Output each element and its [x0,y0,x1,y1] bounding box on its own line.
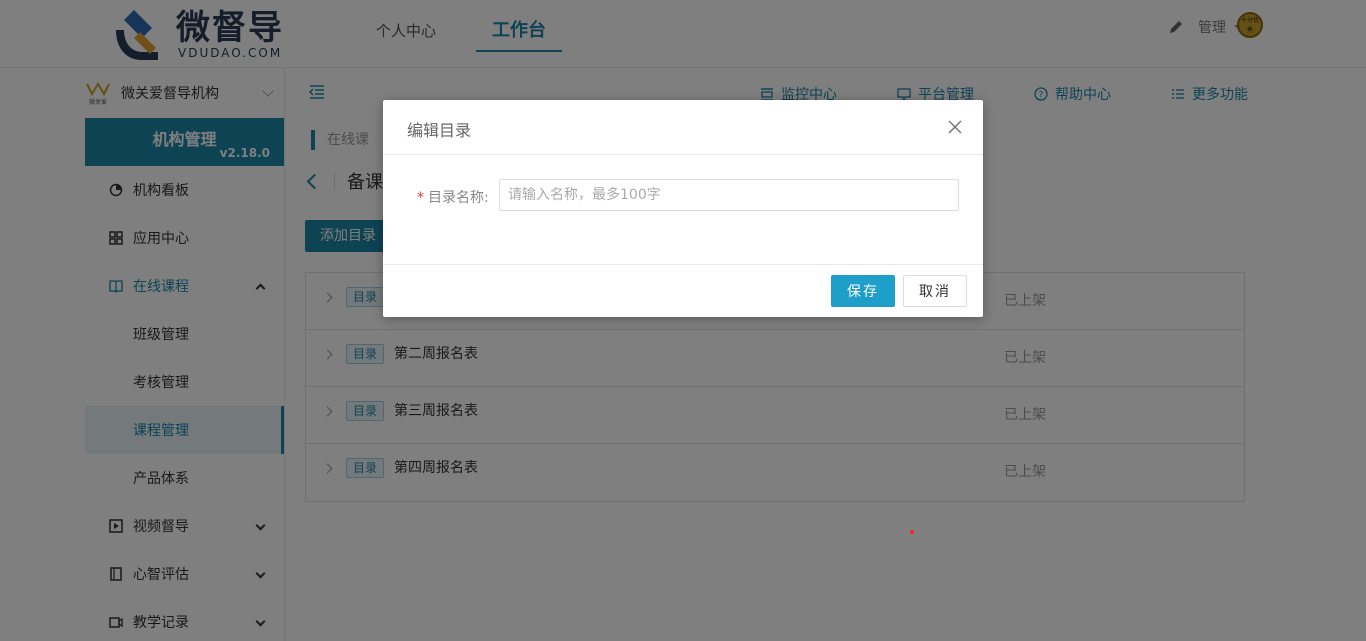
directory-name-label: * 目录名称: [417,187,489,207]
dialog-header: 编辑目录 [383,100,983,155]
edit-directory-dialog: 编辑目录 *目录名称: 保存 取消 [383,100,983,317]
cursor-dot [910,530,914,534]
cancel-button[interactable]: 取消 [903,275,967,307]
dialog-title: 编辑目录 [407,121,472,140]
field-label-text: 目录名称: [428,190,489,206]
dialog-body: * 目录名称: [383,155,983,265]
close-icon[interactable] [947,119,963,135]
save-button[interactable]: 保存 [831,275,895,307]
required-mark: * [417,190,424,206]
directory-name-input[interactable] [499,179,959,211]
dialog-footer: 保存 取消 [383,265,983,317]
modal-overlay[interactable] [0,0,1366,641]
